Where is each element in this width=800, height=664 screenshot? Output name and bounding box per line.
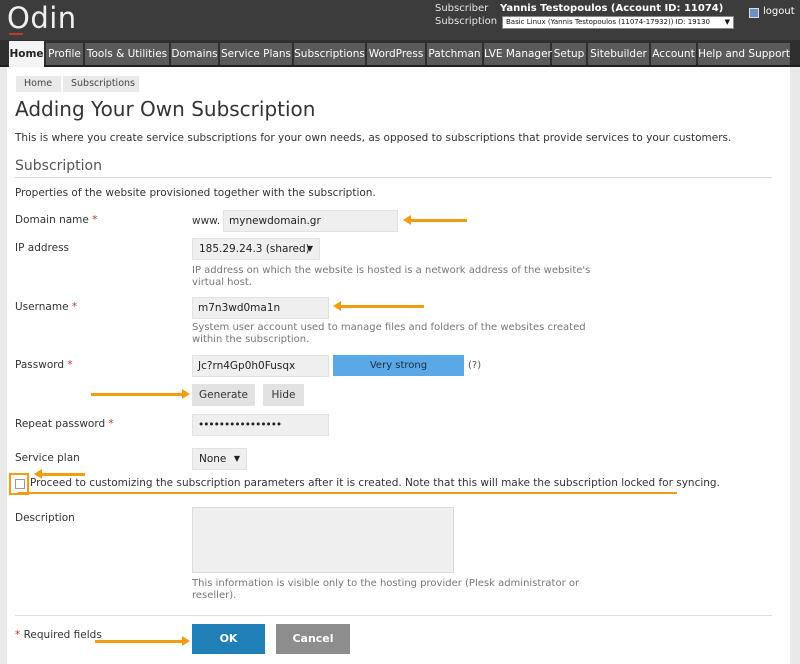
logout-link[interactable]: logout [763,6,795,17]
logout-icon[interactable] [749,8,759,18]
password-label: Password * [15,359,73,371]
hide-password-button[interactable]: Hide [263,384,304,406]
annotation-arrow-checkbox [34,469,85,479]
domain-prefix: www. [192,215,221,227]
description-hint: This information is visible only to the … [192,578,580,601]
cancel-button[interactable]: Cancel [276,624,350,654]
ip-address-hint: IP address on which the website is hoste… [192,265,591,288]
tab-tools-utilities[interactable]: Tools & Utilities [85,43,169,65]
tab-service-plans[interactable]: Service Plans [220,43,292,65]
breadcrumb-home[interactable]: Home [16,76,61,92]
logo-accent [9,33,23,35]
subscription-select-value: Basic Linux (Yannis Testopoulos (11074-1… [506,18,710,26]
annotation-underline-checkbox [18,492,677,494]
tab-domains[interactable]: Domains [171,43,218,65]
page-title: Adding Your Own Subscription [15,97,316,121]
repeat-password-input[interactable]: •••••••••••••••• [192,414,329,436]
page-intro: This is where you create service subscri… [15,132,732,144]
page-frame-left [0,67,7,664]
form-footer-divider [15,615,772,616]
password-help-icon[interactable]: (?) [468,360,481,371]
tab-sitebuilder[interactable]: Sitebuilder [588,43,649,65]
required-fields-note: * Required fields [15,629,102,641]
username-label: Username * [15,301,78,313]
annotation-arrow-username [333,301,424,311]
subscriber-label: Subscriber [435,3,489,14]
subscription-select[interactable]: Basic Linux (Yannis Testopoulos (11074-1… [502,16,734,29]
breadcrumb-subscriptions[interactable]: Subscriptions [63,76,139,92]
page-frame-right [790,67,800,664]
top-header: Odin Subscriber Yannis Testopoulos (Acco… [0,0,800,40]
password-strength-meter: Very strong [333,355,464,376]
ip-address-label: IP address [15,242,70,254]
annotation-arrow-generate [91,389,190,399]
section-divider [15,177,772,178]
subscriber-value: Yannis Testopoulos (Account ID: 11074) [500,3,724,14]
tab-help-support[interactable]: Help and Support [698,43,790,65]
description-textarea[interactable] [192,507,454,573]
customize-checkbox-label[interactable]: Proceed to customizing the subscription … [30,477,720,489]
odin-logo: Odin [7,1,77,35]
main-nav: Home Profile Tools & Utilities Domains S… [0,40,800,67]
chevron-down-icon: ▼ [233,454,240,463]
tab-home[interactable]: Home [9,41,44,67]
tab-account[interactable]: Account [651,43,696,65]
ok-button[interactable]: OK [192,624,265,654]
domain-name-label: Domain name * [15,214,98,226]
annotation-arrow-domain [403,215,467,225]
tab-lve-manager[interactable]: LVE Manager [484,43,552,65]
tab-profile[interactable]: Profile [46,43,83,65]
subscription-label: Subscription [435,16,498,27]
description-label: Description [15,512,75,524]
repeat-password-label: Repeat password * [15,418,114,430]
generate-password-button[interactable]: Generate [192,384,255,406]
chevron-down-icon: ▼ [724,18,730,26]
service-plan-label: Service plan [15,452,80,464]
service-plan-select[interactable]: None ▼ [192,448,247,470]
username-input[interactable]: m7n3wd0ma1n [192,297,329,319]
password-input[interactable]: Jc?rn4Gp0h0Fusqx [192,355,329,377]
section-title: Subscription [15,158,102,174]
username-hint: System user account used to manage files… [192,322,586,345]
tab-setup[interactable]: Setup [552,43,586,65]
tab-wordpress[interactable]: WordPress [367,43,425,65]
chevron-down-icon: ▼ [306,244,313,253]
tab-subscriptions[interactable]: Subscriptions [294,43,365,65]
annotation-arrow-ok [95,636,190,646]
ip-address-select[interactable]: 185.29.24.3 (shared) ▼ [192,238,320,260]
service-plan-value: None [199,453,227,465]
tab-patchman[interactable]: Patchman [427,43,482,65]
ip-address-value: 185.29.24.3 (shared) [199,243,310,255]
domain-name-input[interactable]: mynewdomain.gr [223,210,398,232]
section-description: Properties of the website provisioned to… [15,187,376,199]
